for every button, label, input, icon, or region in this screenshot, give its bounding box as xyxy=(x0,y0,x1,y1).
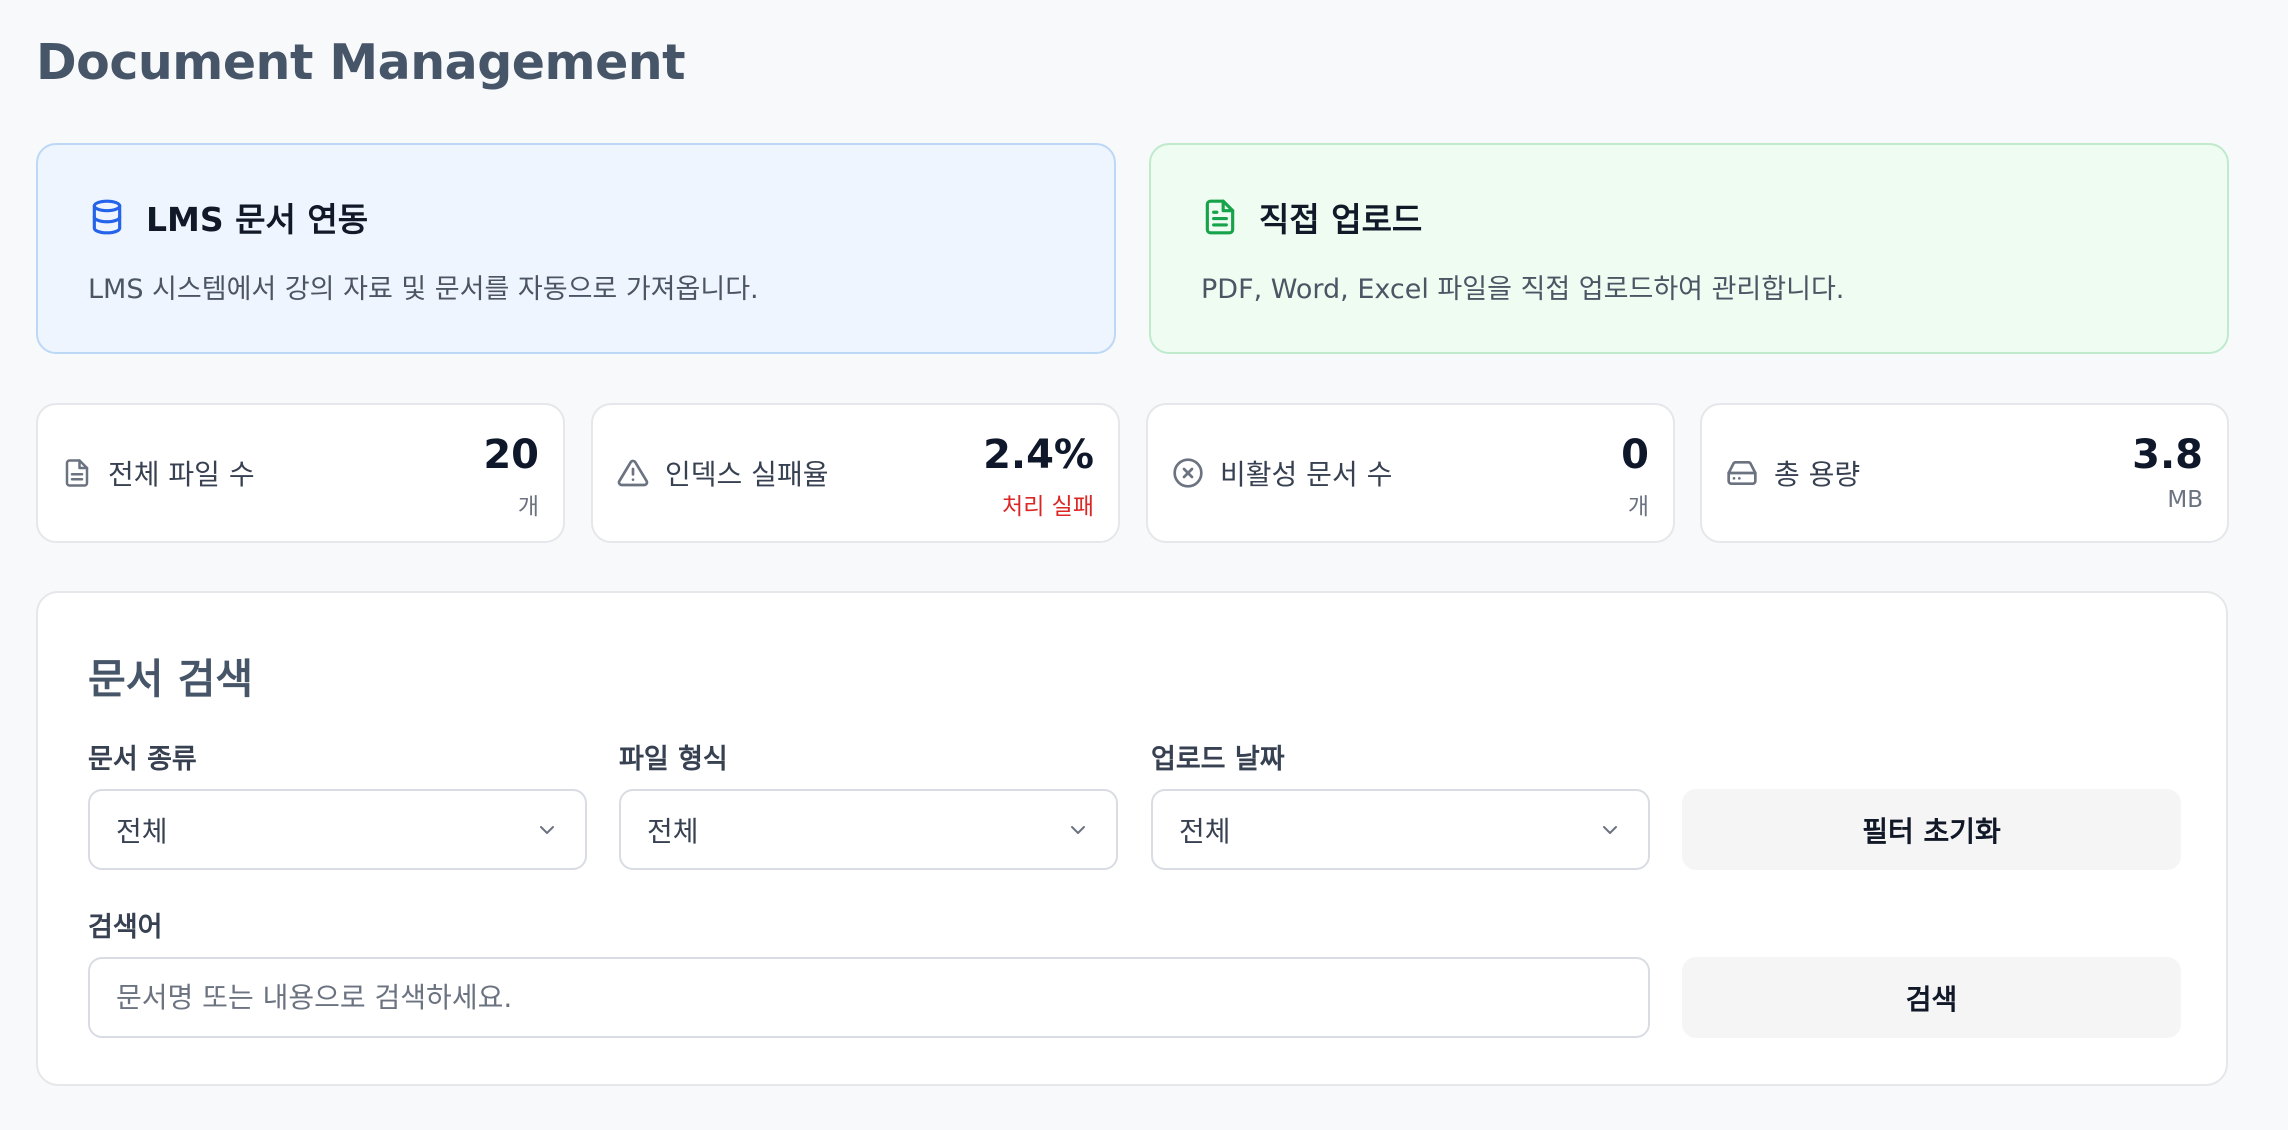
file-icon xyxy=(62,457,92,489)
stat-card-total-size: 총 용량 3.8 MB xyxy=(1700,403,2229,543)
upload-card-description: PDF, Word, Excel 파일을 직접 업로드하여 관리합니다. xyxy=(1201,274,1845,305)
search-button[interactable]: 검색 xyxy=(1682,957,2181,1038)
reset-filters-button[interactable]: 필터 초기화 xyxy=(1682,789,2181,870)
upload-card-header: 직접 업로드 xyxy=(1201,195,2177,239)
stat-card-inactive-docs: 비활성 문서 수 0 개 xyxy=(1146,403,1675,543)
file-format-select-value: 전체 xyxy=(647,814,699,848)
doc-type-label: 문서 종류 xyxy=(88,744,197,775)
doc-type-select-value: 전체 xyxy=(116,814,168,848)
database-icon xyxy=(88,197,126,237)
stat-card-index-failure-rate: 인덱스 실패율 2.4% 처리 실패 xyxy=(591,403,1120,543)
stat-card-total-files: 전체 파일 수 20 개 xyxy=(36,403,565,543)
search-input[interactable] xyxy=(88,957,1650,1038)
lms-source-card[interactable]: LMS 문서 연동 LMS 시스템에서 강의 자료 및 문서를 자동으로 가져옵… xyxy=(36,143,1116,354)
chevron-down-icon xyxy=(1598,818,1622,842)
lms-card-title: LMS 문서 연동 xyxy=(146,200,369,239)
upload-source-card[interactable]: 직접 업로드 PDF, Word, Excel 파일을 직접 업로드하여 관리합… xyxy=(1149,143,2229,354)
lms-card-description: LMS 시스템에서 강의 자료 및 문서를 자동으로 가져옵니다. xyxy=(88,274,759,305)
upload-date-select[interactable]: 전체 xyxy=(1151,789,1650,870)
document-management-page: Document Management LMS 문서 연동 LMS 시스템에서 … xyxy=(0,0,2288,1130)
stat-unit: MB xyxy=(2167,487,2203,513)
lms-card-header: LMS 문서 연동 xyxy=(88,195,1064,239)
upload-card-title: 직접 업로드 xyxy=(1259,200,1423,239)
file-format-label: 파일 형식 xyxy=(619,744,728,775)
hard-drive-icon xyxy=(1726,457,1758,489)
alert-triangle-icon xyxy=(617,457,649,489)
page-title: Document Management xyxy=(36,34,686,91)
chevron-down-icon xyxy=(535,818,559,842)
stat-unit: 개 xyxy=(1627,494,1649,520)
file-text-icon xyxy=(1201,197,1239,237)
stat-value: 0 xyxy=(1621,432,1649,478)
upload-date-label: 업로드 날짜 xyxy=(1151,744,1285,775)
keyword-label: 검색어 xyxy=(88,912,163,943)
document-search-panel: 문서 검색 문서 종류 전체 파일 형식 전체 업로드 날짜 전체 필터 초기화… xyxy=(36,591,2228,1086)
stat-label: 총 용량 xyxy=(1774,458,1861,491)
stat-value: 3.8 xyxy=(2132,432,2203,478)
stat-unit: 처리 실패 xyxy=(1002,494,1094,520)
chevron-down-icon xyxy=(1066,818,1090,842)
upload-date-select-value: 전체 xyxy=(1179,814,1231,848)
stat-label: 전체 파일 수 xyxy=(108,458,255,491)
x-circle-icon xyxy=(1172,457,1204,489)
stat-label: 인덱스 실패율 xyxy=(665,458,829,491)
stat-label: 비활성 문서 수 xyxy=(1220,458,1393,491)
doc-type-select[interactable]: 전체 xyxy=(88,789,587,870)
search-panel-title: 문서 검색 xyxy=(88,655,254,703)
stat-value: 2.4% xyxy=(983,432,1094,478)
file-format-select[interactable]: 전체 xyxy=(619,789,1118,870)
stat-unit: 개 xyxy=(517,494,539,520)
stat-value: 20 xyxy=(483,432,539,478)
